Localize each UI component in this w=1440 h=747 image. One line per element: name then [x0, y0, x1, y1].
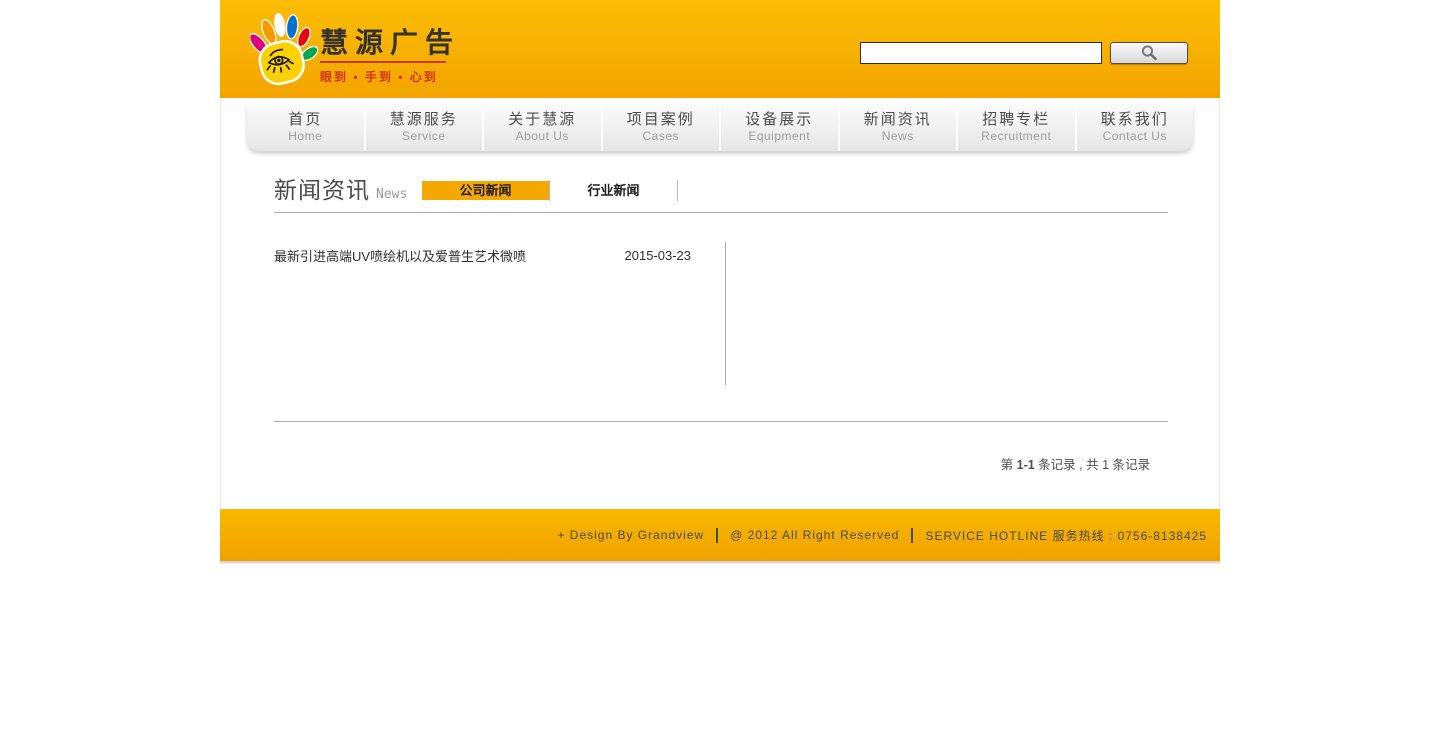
pagination: 第 1-1 条记录 , 共 1 条记录: [1001, 454, 1150, 473]
nav-label-zh: 联系我们: [1077, 111, 1194, 129]
nav-item-service[interactable]: 慧源服务 Service: [364, 104, 483, 151]
pagination-pre: 第: [1001, 458, 1017, 472]
bottom-edge-line: [220, 561, 1220, 563]
nav-item-news[interactable]: 新闻资讯 News: [838, 104, 957, 151]
brand-rule: [320, 61, 446, 63]
search-input[interactable]: [860, 42, 1102, 64]
footer-separator: [716, 528, 718, 543]
column-divider: [725, 242, 726, 385]
nav-item-recruitment[interactable]: 招聘专栏 Recruitment: [956, 104, 1075, 151]
search-button[interactable]: [1110, 42, 1188, 64]
divider-top: [274, 212, 1168, 213]
pagination-post: 条记录 , 共 1 条记录: [1035, 458, 1150, 472]
footer-separator: [911, 528, 913, 543]
nav-item-about[interactable]: 关于慧源 About Us: [482, 104, 601, 151]
brand-name: 慧源广告: [320, 28, 460, 58]
nav-label-en: Recruitment: [958, 129, 1075, 143]
search-box: [860, 42, 1188, 64]
nav-item-contact[interactable]: 联系我们 Contact Us: [1075, 104, 1194, 151]
main-nav: 首页 Home 慧源服务 Service 关于慧源 About Us 项目案例 …: [247, 104, 1193, 151]
news-tabs: 公司新闻 行业新闻: [422, 181, 678, 200]
news-content: 新闻资讯 News 公司新闻 行业新闻 最新引进高端UV喷绘机以及爱普生艺术微喷 …: [221, 151, 1219, 509]
nav-label-zh: 首页: [247, 111, 364, 129]
nav-label-en: About Us: [484, 129, 601, 143]
divider-bottom: [274, 421, 1168, 422]
footer-copyright: @ 2012 All Right Reserved: [730, 528, 899, 542]
nav-label-zh: 新闻资讯: [840, 111, 957, 129]
nav-label-en: Home: [247, 129, 364, 143]
nav-label-en: Contact Us: [1077, 129, 1194, 143]
nav-item-equipment[interactable]: 设备展示 Equipment: [719, 104, 838, 151]
nav-label-zh: 慧源服务: [366, 111, 483, 129]
news-item-date: 2015-03-23: [625, 248, 692, 263]
tab-company-news[interactable]: 公司新闻: [422, 181, 549, 200]
section-title-en: News: [376, 187, 407, 202]
tab-separator: [677, 180, 678, 201]
site-header: 慧源广告 眼到 • 手到 • 心到: [220, 0, 1220, 98]
nav-label-en: News: [840, 129, 957, 143]
nav-label-en: Equipment: [721, 129, 838, 143]
site-footer: + Design By Grandview @ 2012 All Right R…: [220, 509, 1220, 561]
news-item-title[interactable]: 最新引进高端UV喷绘机以及爱普生艺术微喷: [274, 246, 526, 265]
news-list-item: 最新引进高端UV喷绘机以及爱普生艺术微喷 2015-03-23: [274, 246, 691, 265]
nav-label-zh: 关于慧源: [484, 111, 601, 129]
nav-label-en: Service: [366, 129, 483, 143]
footer-design-credit: + Design By Grandview: [557, 528, 704, 542]
nav-label-en: Cases: [603, 129, 720, 143]
main-wrapper: 首页 Home 慧源服务 Service 关于慧源 About Us 项目案例 …: [220, 98, 1220, 509]
nav-label-zh: 设备展示: [721, 111, 838, 129]
brand-block: 慧源广告 眼到 • 手到 • 心到: [320, 28, 460, 85]
brand-tagline: 眼到 • 手到 • 心到: [320, 68, 460, 85]
hand-logo[interactable]: [250, 10, 318, 94]
section-title-zh: 新闻资讯: [274, 177, 370, 203]
nav-item-home[interactable]: 首页 Home: [247, 104, 364, 151]
section-title: 新闻资讯 News: [274, 171, 407, 205]
footer-hotline: SERVICE HOTLINE 服务热线 : 0756-8138425: [925, 527, 1207, 544]
nav-label-zh: 项目案例: [603, 111, 720, 129]
tab-industry-news[interactable]: 行业新闻: [550, 181, 677, 200]
site-page: 慧源广告 眼到 • 手到 • 心到 首页 Home 慧源服务 Service: [220, 0, 1220, 563]
pagination-range: 1-1: [1017, 458, 1035, 472]
nav-label-zh: 招聘专栏: [958, 111, 1075, 129]
magnifier-icon: [1140, 44, 1158, 62]
nav-item-cases[interactable]: 项目案例 Cases: [601, 104, 720, 151]
